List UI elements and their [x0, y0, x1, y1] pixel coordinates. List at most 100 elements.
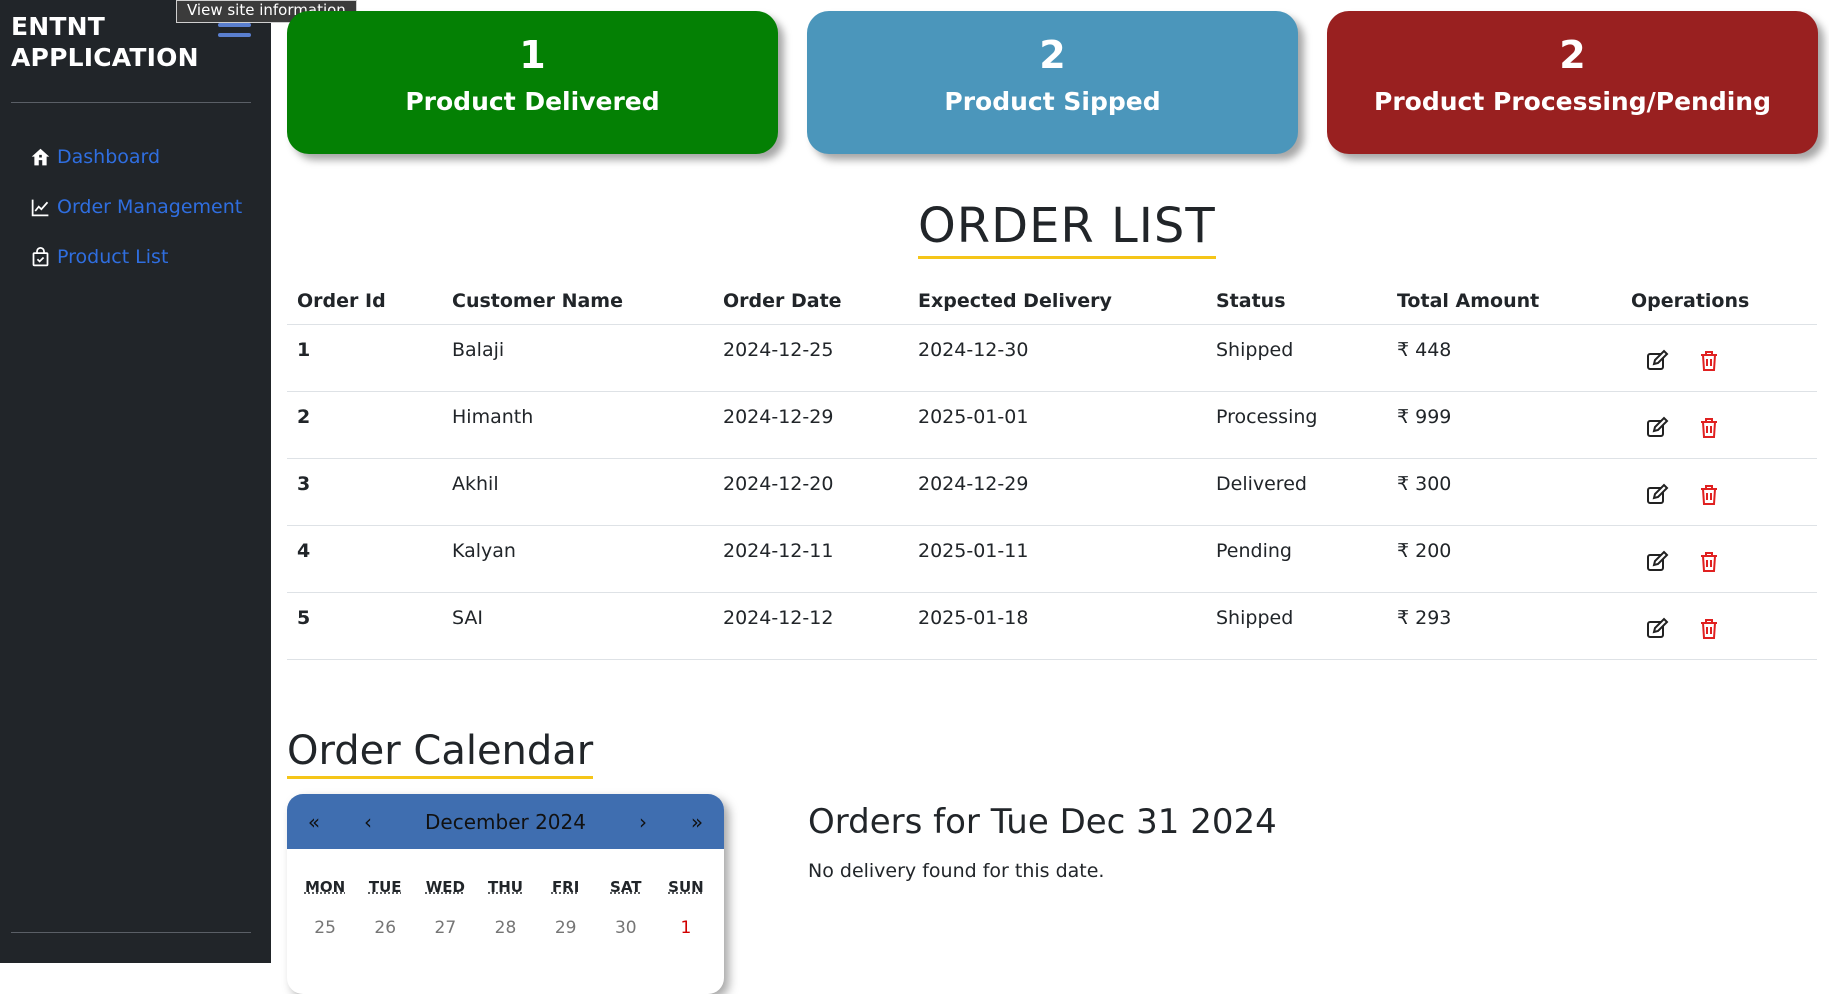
- stat-card-shipped: 2 Product Sipped: [807, 11, 1298, 154]
- home-icon: [31, 148, 50, 165]
- weekday-label: TUE: [368, 878, 402, 896]
- sidebar-item-label: Dashboard: [57, 146, 161, 168]
- column-header: Operations: [1621, 278, 1817, 325]
- table-header-row: Order Id Customer Name Order Date Expect…: [287, 278, 1817, 325]
- customer-name: Akhil: [442, 458, 713, 526]
- delete-icon[interactable]: [1697, 483, 1721, 507]
- calendar-day[interactable]: 26: [355, 918, 415, 938]
- edit-icon[interactable]: [1645, 416, 1669, 440]
- weekday-label: WED: [425, 878, 465, 896]
- selected-day-heading: Orders for Tue Dec 31 2024: [808, 802, 1277, 842]
- sidebar-nav: Dashboard Order Management Product List: [0, 132, 271, 282]
- weekday-label: SAT: [610, 878, 642, 896]
- calendar-week-row: 25 26 27 28 29 30 1: [287, 918, 724, 938]
- order-list-title: ORDER LIST: [918, 198, 1216, 259]
- stat-card-processing: 2 Product Processing/Pending: [1327, 11, 1818, 154]
- sidebar-divider-top: [11, 102, 251, 103]
- operations-cell: [1621, 525, 1817, 593]
- order-status: Shipped: [1206, 592, 1387, 660]
- calendar-day[interactable]: 27: [415, 918, 475, 938]
- column-header: Order Id: [287, 278, 442, 325]
- sidebar-item-label: Order Management: [57, 196, 243, 218]
- order-status: Delivered: [1206, 458, 1387, 526]
- menu-toggle-icon[interactable]: [218, 23, 251, 45]
- order-id: 3: [287, 458, 442, 526]
- column-header: Customer Name: [442, 278, 713, 325]
- calendar-day[interactable]: 29: [536, 918, 596, 938]
- stat-value: 1: [519, 33, 546, 77]
- order-id: 5: [287, 592, 442, 660]
- table-row: 4 Kalyan 2024-12-11 2025-01-11 Pending ₹…: [287, 525, 1817, 593]
- total-amount: ₹ 999: [1387, 391, 1621, 459]
- orders-table: Order Id Customer Name Order Date Expect…: [287, 278, 1817, 660]
- customer-name: Kalyan: [442, 525, 713, 593]
- sidebar-item-label: Product List: [57, 246, 169, 268]
- operations-cell: [1621, 592, 1817, 660]
- no-delivery-message: No delivery found for this date.: [808, 860, 1105, 882]
- calendar-month-label[interactable]: December 2024: [395, 810, 616, 834]
- order-status: Shipped: [1206, 324, 1387, 392]
- next-year-button[interactable]: »: [670, 810, 724, 834]
- edit-icon[interactable]: [1645, 483, 1669, 507]
- column-header: Total Amount: [1387, 278, 1621, 325]
- weekday-label: THU: [488, 878, 523, 896]
- table-row: 2 Himanth 2024-12-29 2025-01-01 Processi…: [287, 391, 1817, 459]
- sidebar-item-dashboard[interactable]: Dashboard: [0, 132, 271, 182]
- calendar-day[interactable]: 30: [596, 918, 656, 938]
- order-calendar-title: Order Calendar: [287, 727, 594, 779]
- order-date: 2024-12-25: [713, 324, 908, 392]
- customer-name: SAI: [442, 592, 713, 660]
- sidebar: ENTNT APPLICATION Dashboard Order Manage…: [0, 0, 271, 963]
- edit-icon[interactable]: [1645, 349, 1669, 373]
- column-header: Expected Delivery: [908, 278, 1206, 325]
- order-date: 2024-12-12: [713, 592, 908, 660]
- customer-name: Balaji: [442, 324, 713, 392]
- delete-icon[interactable]: [1697, 416, 1721, 440]
- total-amount: ₹ 200: [1387, 525, 1621, 593]
- column-header: Order Date: [713, 278, 908, 325]
- prev-year-button[interactable]: «: [287, 810, 341, 834]
- sidebar-item-product-list[interactable]: Product List: [0, 232, 271, 282]
- table-row: 5 SAI 2024-12-12 2025-01-18 Shipped ₹ 29…: [287, 592, 1817, 660]
- order-date: 2024-12-29: [713, 391, 908, 459]
- stat-label: Product Processing/Pending: [1374, 87, 1771, 116]
- app-brand: ENTNT APPLICATION: [11, 11, 199, 73]
- weekday-label: SUN: [668, 878, 704, 896]
- calendar-day[interactable]: 28: [475, 918, 535, 938]
- weekday-label: MON: [304, 878, 346, 896]
- total-amount: ₹ 448: [1387, 324, 1621, 392]
- expected-delivery: 2025-01-18: [908, 592, 1206, 660]
- order-date: 2024-12-20: [713, 458, 908, 526]
- order-id: 4: [287, 525, 442, 593]
- order-status: Processing: [1206, 391, 1387, 459]
- brand-line-1: ENTNT: [11, 12, 106, 41]
- sidebar-divider-bottom: [11, 932, 251, 933]
- edit-icon[interactable]: [1645, 617, 1669, 641]
- chart-line-icon: [31, 199, 49, 216]
- total-amount: ₹ 293: [1387, 592, 1621, 660]
- calendar-day[interactable]: 1: [656, 918, 716, 938]
- calendar-weekdays: MON TUE WED THU FRI SAT SUN: [287, 878, 724, 896]
- table-row: 1 Balaji 2024-12-25 2024-12-30 Shipped ₹…: [287, 324, 1817, 392]
- brand-line-2: APPLICATION: [11, 43, 199, 72]
- calendar-header: « ‹ December 2024 › »: [287, 794, 724, 849]
- table-row: 3 Akhil 2024-12-20 2024-12-29 Delivered …: [287, 458, 1817, 526]
- calendar-day[interactable]: 25: [295, 918, 355, 938]
- stat-value: 2: [1559, 33, 1586, 77]
- next-month-button[interactable]: ›: [616, 810, 670, 834]
- delete-icon[interactable]: [1697, 550, 1721, 574]
- customer-name: Himanth: [442, 391, 713, 459]
- column-header: Status: [1206, 278, 1387, 325]
- stat-label: Product Sipped: [944, 87, 1161, 116]
- operations-cell: [1621, 458, 1817, 526]
- sidebar-item-order-management[interactable]: Order Management: [0, 182, 271, 232]
- prev-month-button[interactable]: ‹: [341, 810, 395, 834]
- edit-icon[interactable]: [1645, 550, 1669, 574]
- delete-icon[interactable]: [1697, 617, 1721, 641]
- operations-cell: [1621, 391, 1817, 459]
- shopping-bag-check-icon: [32, 246, 49, 266]
- weekday-label: FRI: [551, 878, 580, 896]
- stat-value: 2: [1039, 33, 1066, 77]
- order-date: 2024-12-11: [713, 525, 908, 593]
- delete-icon[interactable]: [1697, 349, 1721, 373]
